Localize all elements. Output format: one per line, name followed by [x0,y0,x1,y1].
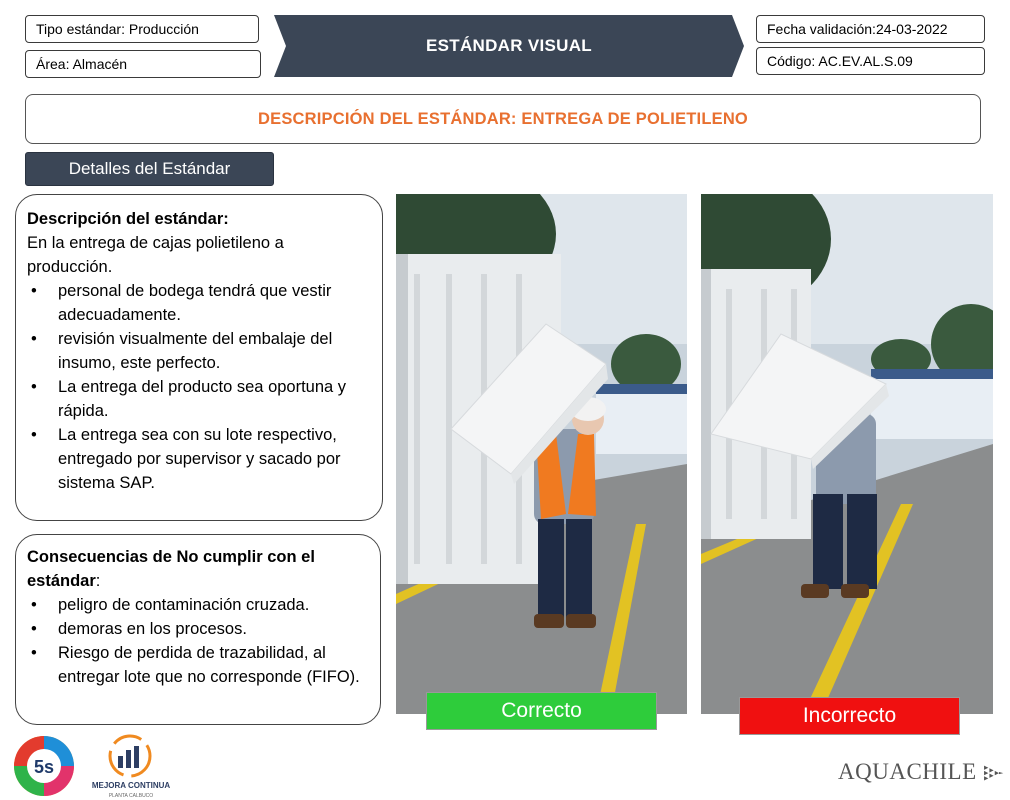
codigo-text: Código: AC.EV.AL.S.09 [767,53,913,69]
fecha-validacion-text: Fecha validación:24-03-2022 [767,21,948,37]
descripcion-heading: Descripción del estándar: [27,210,229,228]
descripcion-item: La entrega sea con su lote respectivo, e… [27,423,370,495]
area-field: Área: Almacén [25,50,261,78]
area-text: Área: Almacén [36,56,128,72]
descripcion-panel: Descripción del estándar: En la entrega … [15,194,383,521]
consecuencias-item: Riesgo de perdida de trazabilidad, al en… [27,641,368,689]
photo-incorrect-image [701,194,993,714]
standard-title: DESCRIPCIÓN DEL ESTÁNDAR: ENTREGA DE POL… [258,109,748,128]
fecha-validacion-field: Fecha validación:24-03-2022 [756,15,985,43]
standard-title-box: DESCRIPCIÓN DEL ESTÁNDAR: ENTREGA DE POL… [25,94,981,144]
descripcion-item: revisión visualmente del embalaje del in… [27,327,370,375]
consecuencias-heading: Consecuencias de No cumplir con el están… [27,548,315,590]
tipo-estandar-field: Tipo estándar: Producción [25,15,259,43]
banner-title: ESTÁNDAR VISUAL [425,36,592,55]
consecuencias-item: peligro de contaminación cruzada. [27,593,368,617]
consecuencias-item: demoras en los procesos. [27,617,368,641]
descripcion-list: personal de bodega tendrá que vestir ade… [27,279,370,495]
estandar-visual-banner: ESTÁNDAR VISUAL [274,15,744,77]
descripcion-item: personal de bodega tendrá que vestir ade… [27,279,370,327]
incorrecto-label: Incorrecto [739,697,960,735]
mejora-continua-icon: MEJORA CONTINUA PLANTA CALBUCO [92,734,171,799]
codigo-field: Código: AC.EV.AL.S.09 [756,47,985,75]
tipo-estandar-text: Tipo estándar: Producción [36,21,199,37]
consecuencias-list: peligro de contaminación cruzada. demora… [27,593,368,689]
aquachile-logo: AQUACHILE [838,752,1004,792]
photo-correct-image [396,194,687,714]
detalles-estandar-tab: Detalles del Estándar [25,152,274,186]
consecuencias-panel: Consecuencias de No cumplir con el están… [15,534,381,725]
photo-incorrect [701,194,993,714]
descripcion-item: La entrega del producto sea oportuna y r… [27,375,370,423]
descripcion-intro: En la entrega de cajas polietileno a pro… [27,234,284,276]
aquachile-fish-icon [983,765,1003,781]
mejora-text: MEJORA CONTINUA [92,781,171,790]
five-s-logo: 5s [10,736,78,798]
correcto-label: Correcto [426,692,657,730]
mejora-continua-logo: MEJORA CONTINUA PLANTA CALBUCO [88,734,174,800]
five-s-icon: 5s [14,736,74,796]
mejora-subtext: PLANTA CALBUCO [109,793,153,799]
aquachile-wordmark: AQUACHILE [838,759,977,784]
photo-correct [396,194,687,714]
five-s-text: 5s [34,757,54,777]
